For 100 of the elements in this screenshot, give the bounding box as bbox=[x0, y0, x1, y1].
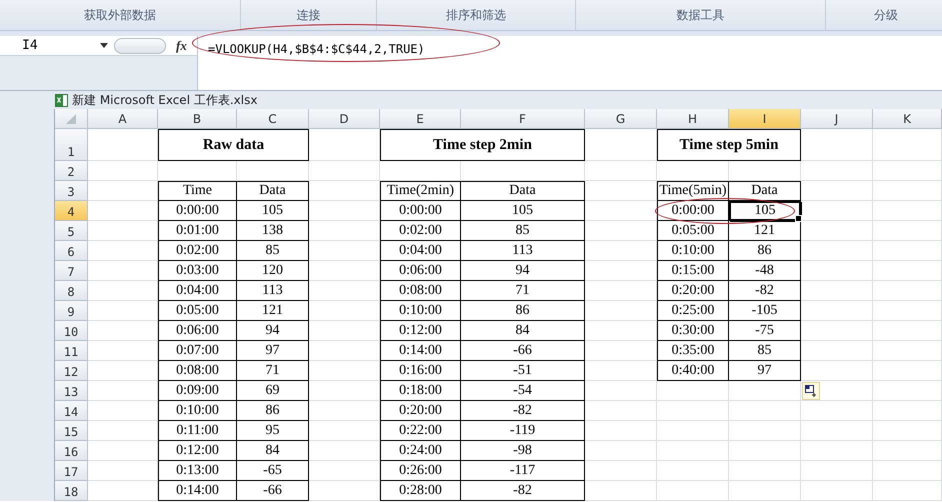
row-header[interactable]: 1 bbox=[55, 129, 88, 161]
column-header[interactable]: F bbox=[461, 109, 585, 129]
empty-cell[interactable] bbox=[729, 461, 801, 481]
table-cell[interactable]: 97 bbox=[237, 341, 309, 361]
row-header[interactable]: 17 bbox=[55, 461, 88, 481]
table-cell[interactable]: 121 bbox=[729, 221, 801, 241]
row-header[interactable]: 11 bbox=[55, 341, 88, 361]
empty-cell[interactable] bbox=[873, 181, 942, 201]
table-cell[interactable]: 94 bbox=[461, 261, 585, 281]
table-cell[interactable]: 86 bbox=[237, 401, 309, 421]
table-cell[interactable]: 84 bbox=[237, 441, 309, 461]
row-header[interactable]: 10 bbox=[55, 321, 88, 341]
table-cell[interactable]: 85 bbox=[461, 221, 585, 241]
table-cell[interactable]: 105 bbox=[729, 201, 801, 221]
row-header[interactable]: 3 bbox=[55, 181, 88, 201]
resize-handle[interactable] bbox=[114, 38, 166, 54]
table-cell[interactable]: 113 bbox=[461, 241, 585, 261]
table-cell[interactable]: 105 bbox=[461, 201, 585, 221]
table-cell[interactable]: -117 bbox=[461, 461, 585, 481]
row-header[interactable]: 9 bbox=[55, 301, 88, 321]
empty-cell[interactable] bbox=[873, 201, 942, 221]
empty-cell[interactable] bbox=[873, 261, 942, 281]
row-header[interactable]: 7 bbox=[55, 261, 88, 281]
table-cell[interactable]: -119 bbox=[461, 421, 585, 441]
row-header[interactable]: 16 bbox=[55, 441, 88, 461]
empty-cell[interactable] bbox=[873, 341, 942, 361]
row-header[interactable]: 18 bbox=[55, 481, 88, 501]
empty-cell[interactable] bbox=[873, 129, 942, 161]
table-cell[interactable]: -98 bbox=[461, 441, 585, 461]
column-header[interactable]: A bbox=[88, 109, 158, 129]
column-header[interactable]: G bbox=[585, 109, 657, 129]
table-cell[interactable]: 85 bbox=[729, 341, 801, 361]
empty-cell[interactable] bbox=[873, 241, 942, 261]
row-header[interactable]: 2 bbox=[55, 161, 88, 181]
caret-icon[interactable] bbox=[100, 43, 108, 48]
empty-cell[interactable] bbox=[873, 461, 942, 481]
empty-cell[interactable] bbox=[801, 441, 873, 461]
table-cell[interactable]: 97 bbox=[729, 361, 801, 381]
table-cell[interactable]: -75 bbox=[729, 321, 801, 341]
table-cell[interactable]: -66 bbox=[461, 341, 585, 361]
column-header[interactable]: D bbox=[309, 109, 380, 129]
table-cell[interactable]: 94 bbox=[237, 321, 309, 341]
empty-cell[interactable] bbox=[729, 401, 801, 421]
empty-cell[interactable] bbox=[585, 161, 657, 181]
table-cell[interactable]: 113 bbox=[237, 281, 309, 301]
empty-cell[interactable] bbox=[657, 441, 729, 461]
row-header[interactable]: 12 bbox=[55, 361, 88, 381]
row-header[interactable]: 13 bbox=[55, 381, 88, 401]
table-cell[interactable]: 138 bbox=[237, 221, 309, 241]
empty-cell[interactable] bbox=[873, 481, 942, 501]
empty-cell[interactable] bbox=[309, 161, 380, 181]
table-cell[interactable]: -105 bbox=[729, 301, 801, 321]
formula-field[interactable]: =VLOOKUP(H4,$B$4:$C$44,2,TRUE) bbox=[208, 42, 425, 57]
row-header[interactable]: 8 bbox=[55, 281, 88, 301]
table-cell[interactable]: 105 bbox=[237, 201, 309, 221]
table-cell[interactable]: -65 bbox=[237, 461, 309, 481]
table-cell[interactable]: 71 bbox=[461, 281, 585, 301]
empty-cell[interactable] bbox=[873, 321, 942, 341]
empty-cell[interactable] bbox=[873, 421, 942, 441]
column-header[interactable]: E bbox=[380, 109, 461, 129]
empty-cell[interactable] bbox=[657, 421, 729, 441]
row-header[interactable]: 14 bbox=[55, 401, 88, 421]
empty-cell[interactable] bbox=[801, 381, 873, 401]
row-header[interactable]: 4 bbox=[55, 201, 88, 221]
column-header[interactable]: B bbox=[158, 109, 237, 129]
insert-function-button[interactable]: fx bbox=[176, 38, 187, 54]
table-cell[interactable]: 121 bbox=[237, 301, 309, 321]
empty-cell[interactable] bbox=[801, 461, 873, 481]
table-cell[interactable]: -48 bbox=[729, 261, 801, 281]
table-cell[interactable]: -66 bbox=[237, 481, 309, 501]
table-cell[interactable]: 120 bbox=[237, 261, 309, 281]
empty-cell[interactable] bbox=[801, 481, 873, 501]
table-cell[interactable]: -54 bbox=[461, 381, 585, 401]
table-cell[interactable]: 86 bbox=[729, 241, 801, 261]
table-cell[interactable]: -82 bbox=[461, 481, 585, 501]
table-cell[interactable]: 85 bbox=[237, 241, 309, 261]
empty-cell[interactable] bbox=[801, 161, 873, 181]
empty-cell[interactable] bbox=[801, 401, 873, 421]
table-cell[interactable]: 69 bbox=[237, 381, 309, 401]
empty-cell[interactable] bbox=[873, 361, 942, 381]
empty-cell[interactable] bbox=[657, 461, 729, 481]
empty-cell[interactable] bbox=[657, 481, 729, 501]
column-header[interactable]: K bbox=[873, 109, 942, 129]
column-header[interactable]: I bbox=[729, 109, 801, 129]
column-header[interactable]: H bbox=[657, 109, 729, 129]
column-header[interactable]: J bbox=[801, 109, 873, 129]
empty-cell[interactable] bbox=[657, 401, 729, 421]
empty-cell[interactable] bbox=[873, 221, 942, 241]
fill-handle[interactable] bbox=[795, 215, 802, 222]
table-cell[interactable]: 84 bbox=[461, 321, 585, 341]
select-all-icon[interactable] bbox=[66, 114, 76, 124]
table-cell[interactable]: -51 bbox=[461, 361, 585, 381]
empty-cell[interactable] bbox=[729, 441, 801, 461]
empty-cell[interactable] bbox=[801, 421, 873, 441]
table-cell[interactable]: -82 bbox=[461, 401, 585, 421]
empty-cell[interactable] bbox=[873, 301, 942, 321]
table-cell[interactable]: 95 bbox=[237, 421, 309, 441]
empty-cell[interactable] bbox=[873, 441, 942, 461]
name-box[interactable]: I4 bbox=[0, 36, 110, 54]
column-header[interactable]: C bbox=[237, 109, 309, 129]
